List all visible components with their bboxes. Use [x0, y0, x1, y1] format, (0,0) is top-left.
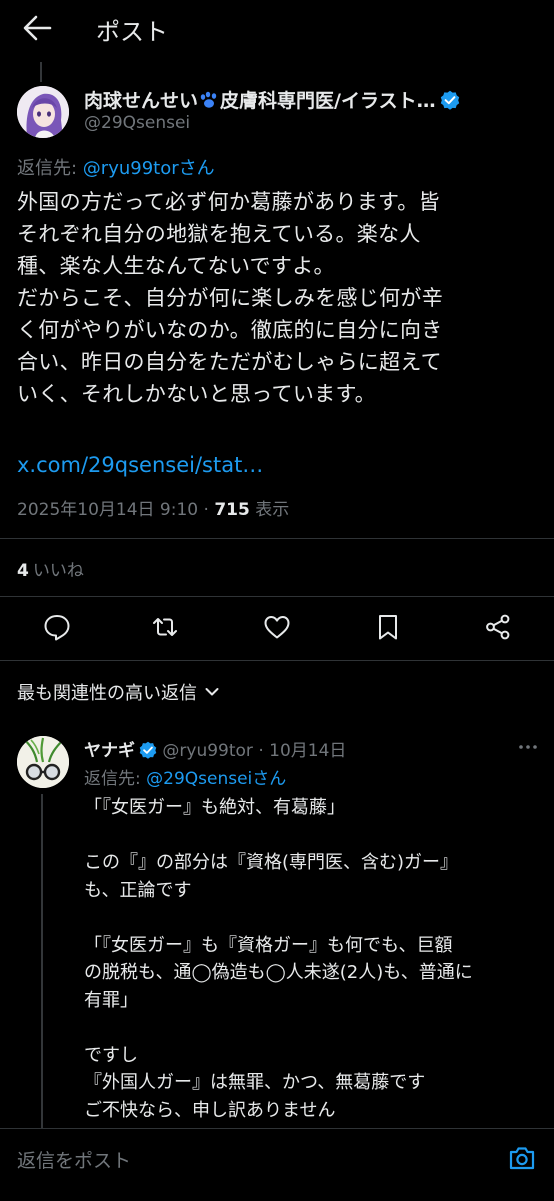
- likes-label: いいね: [32, 561, 84, 581]
- reply-body: 「『女医ガー』も絶対、有葛藤」 この『』の部分は『資格(専門医、含む)ガー』 も…: [84, 797, 473, 1121]
- reply-to-handle-link[interactable]: @29Qsenseiさん: [146, 769, 286, 789]
- likes-count: 4: [17, 561, 29, 581]
- compose-reply-input[interactable]: 返信をポスト: [17, 1146, 131, 1173]
- divider: [0, 596, 554, 597]
- chevron-down-icon: [205, 688, 219, 696]
- reply-author-name[interactable]: ヤナギ: [84, 741, 135, 761]
- more-options-icon[interactable]: [518, 740, 538, 754]
- post-body: 外国の方だって必ず何か葛藤があります。皆 それぞれ自分の地獄を抱えている。楽な人…: [17, 190, 443, 406]
- post-meta: 2025年10月14日 9:10 · 715 表示: [17, 495, 289, 520]
- camera-icon[interactable]: [508, 1145, 536, 1171]
- reply-icon[interactable]: [42, 612, 72, 642]
- author-avatar[interactable]: [17, 86, 69, 138]
- author-avatar-illustration: [17, 86, 69, 138]
- author-name-part1: 肉球せんせい: [84, 90, 199, 112]
- back-arrow-icon[interactable]: [22, 14, 52, 42]
- views-label: 表示: [249, 500, 290, 520]
- repost-icon[interactable]: [150, 612, 180, 642]
- reply-to-label: 返信先:: [84, 769, 147, 789]
- page-title: ポスト: [96, 18, 168, 46]
- reply-sort-label: 最も関連性の高い返信: [17, 683, 197, 704]
- paw-icon: [200, 91, 217, 108]
- views-count: 715: [214, 500, 250, 520]
- verified-badge-icon: [440, 90, 459, 110]
- reply-header: ヤナギ @ryu99tor · 10月14日: [84, 736, 346, 761]
- post-timestamp[interactable]: 2025年10月14日 9:10 ·: [17, 500, 214, 520]
- post-link[interactable]: x.com/29qsensei/stat…: [17, 453, 263, 477]
- share-icon[interactable]: [483, 612, 513, 642]
- reply-to-label: 返信先:: [17, 158, 83, 179]
- divider: [0, 538, 554, 539]
- reply-sort-dropdown[interactable]: 最も関連性の高い返信: [17, 679, 219, 705]
- verified-badge-icon: [139, 741, 157, 759]
- author-name-part2: 皮膚科専門医/イラスト…: [220, 90, 436, 112]
- reply-author-avatar[interactable]: [17, 736, 69, 788]
- like-icon[interactable]: [262, 612, 292, 642]
- thread-line: [40, 62, 42, 82]
- likes-row[interactable]: 4 いいね: [17, 556, 84, 581]
- reply-thread-line: [41, 794, 43, 1134]
- author-handle[interactable]: @29Qsensei: [84, 113, 190, 133]
- reply-avatar-illustration: [17, 736, 69, 788]
- top-bar: ポスト: [0, 0, 554, 56]
- reply-handle-date[interactable]: @ryu99tor · 10月14日: [157, 741, 346, 761]
- reply-to-line: 返信先: @ryu99torさん: [17, 154, 215, 180]
- bookmark-icon[interactable]: [373, 612, 403, 642]
- divider: [0, 660, 554, 661]
- author-name[interactable]: 肉球せんせい 皮膚科専門医/イラスト…: [84, 86, 460, 113]
- reply-to-handle-link[interactable]: @ryu99torさん: [83, 158, 215, 179]
- reply-reply-to-line: 返信先: @29Qsenseiさん: [84, 764, 286, 789]
